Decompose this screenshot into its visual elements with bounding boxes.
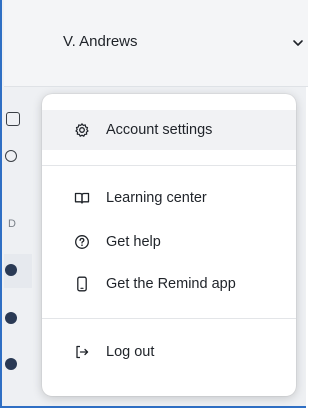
- bg-list-icon: [6, 112, 20, 126]
- bg-avatar: [5, 312, 17, 324]
- chevron-down-icon: [293, 40, 303, 46]
- user-switcher[interactable]: V. Andrews: [4, 0, 308, 87]
- menu-item-learning-center[interactable]: Learning center: [42, 178, 296, 218]
- bg-avatar: [5, 358, 17, 370]
- phone-icon: [74, 276, 90, 292]
- menu-item-label: Account settings: [106, 122, 213, 138]
- menu-divider: [42, 318, 296, 319]
- menu-item-label: Log out: [106, 344, 155, 360]
- bg-list-icon: [5, 150, 17, 162]
- menu-item-log-out[interactable]: Log out: [42, 332, 296, 372]
- user-name: V. Andrews: [63, 33, 138, 50]
- menu-item-label: Get the Remind app: [106, 276, 236, 292]
- menu-item-label: Learning center: [106, 190, 207, 206]
- bg-section-letter: D: [8, 218, 16, 230]
- gear-icon: [74, 122, 90, 138]
- menu-divider: [42, 165, 296, 166]
- menu-item-label: Get help: [106, 234, 161, 250]
- logout-icon: [74, 344, 90, 360]
- book-icon: [74, 190, 90, 206]
- menu-item-account-settings[interactable]: Account settings: [42, 110, 296, 150]
- help-icon: [74, 234, 90, 250]
- bg-avatar: [5, 264, 17, 276]
- account-dropdown-menu: Account settings Learning center Get hel…: [42, 94, 296, 396]
- menu-item-get-app[interactable]: Get the Remind app: [42, 264, 296, 304]
- menu-item-get-help[interactable]: Get help: [42, 222, 296, 262]
